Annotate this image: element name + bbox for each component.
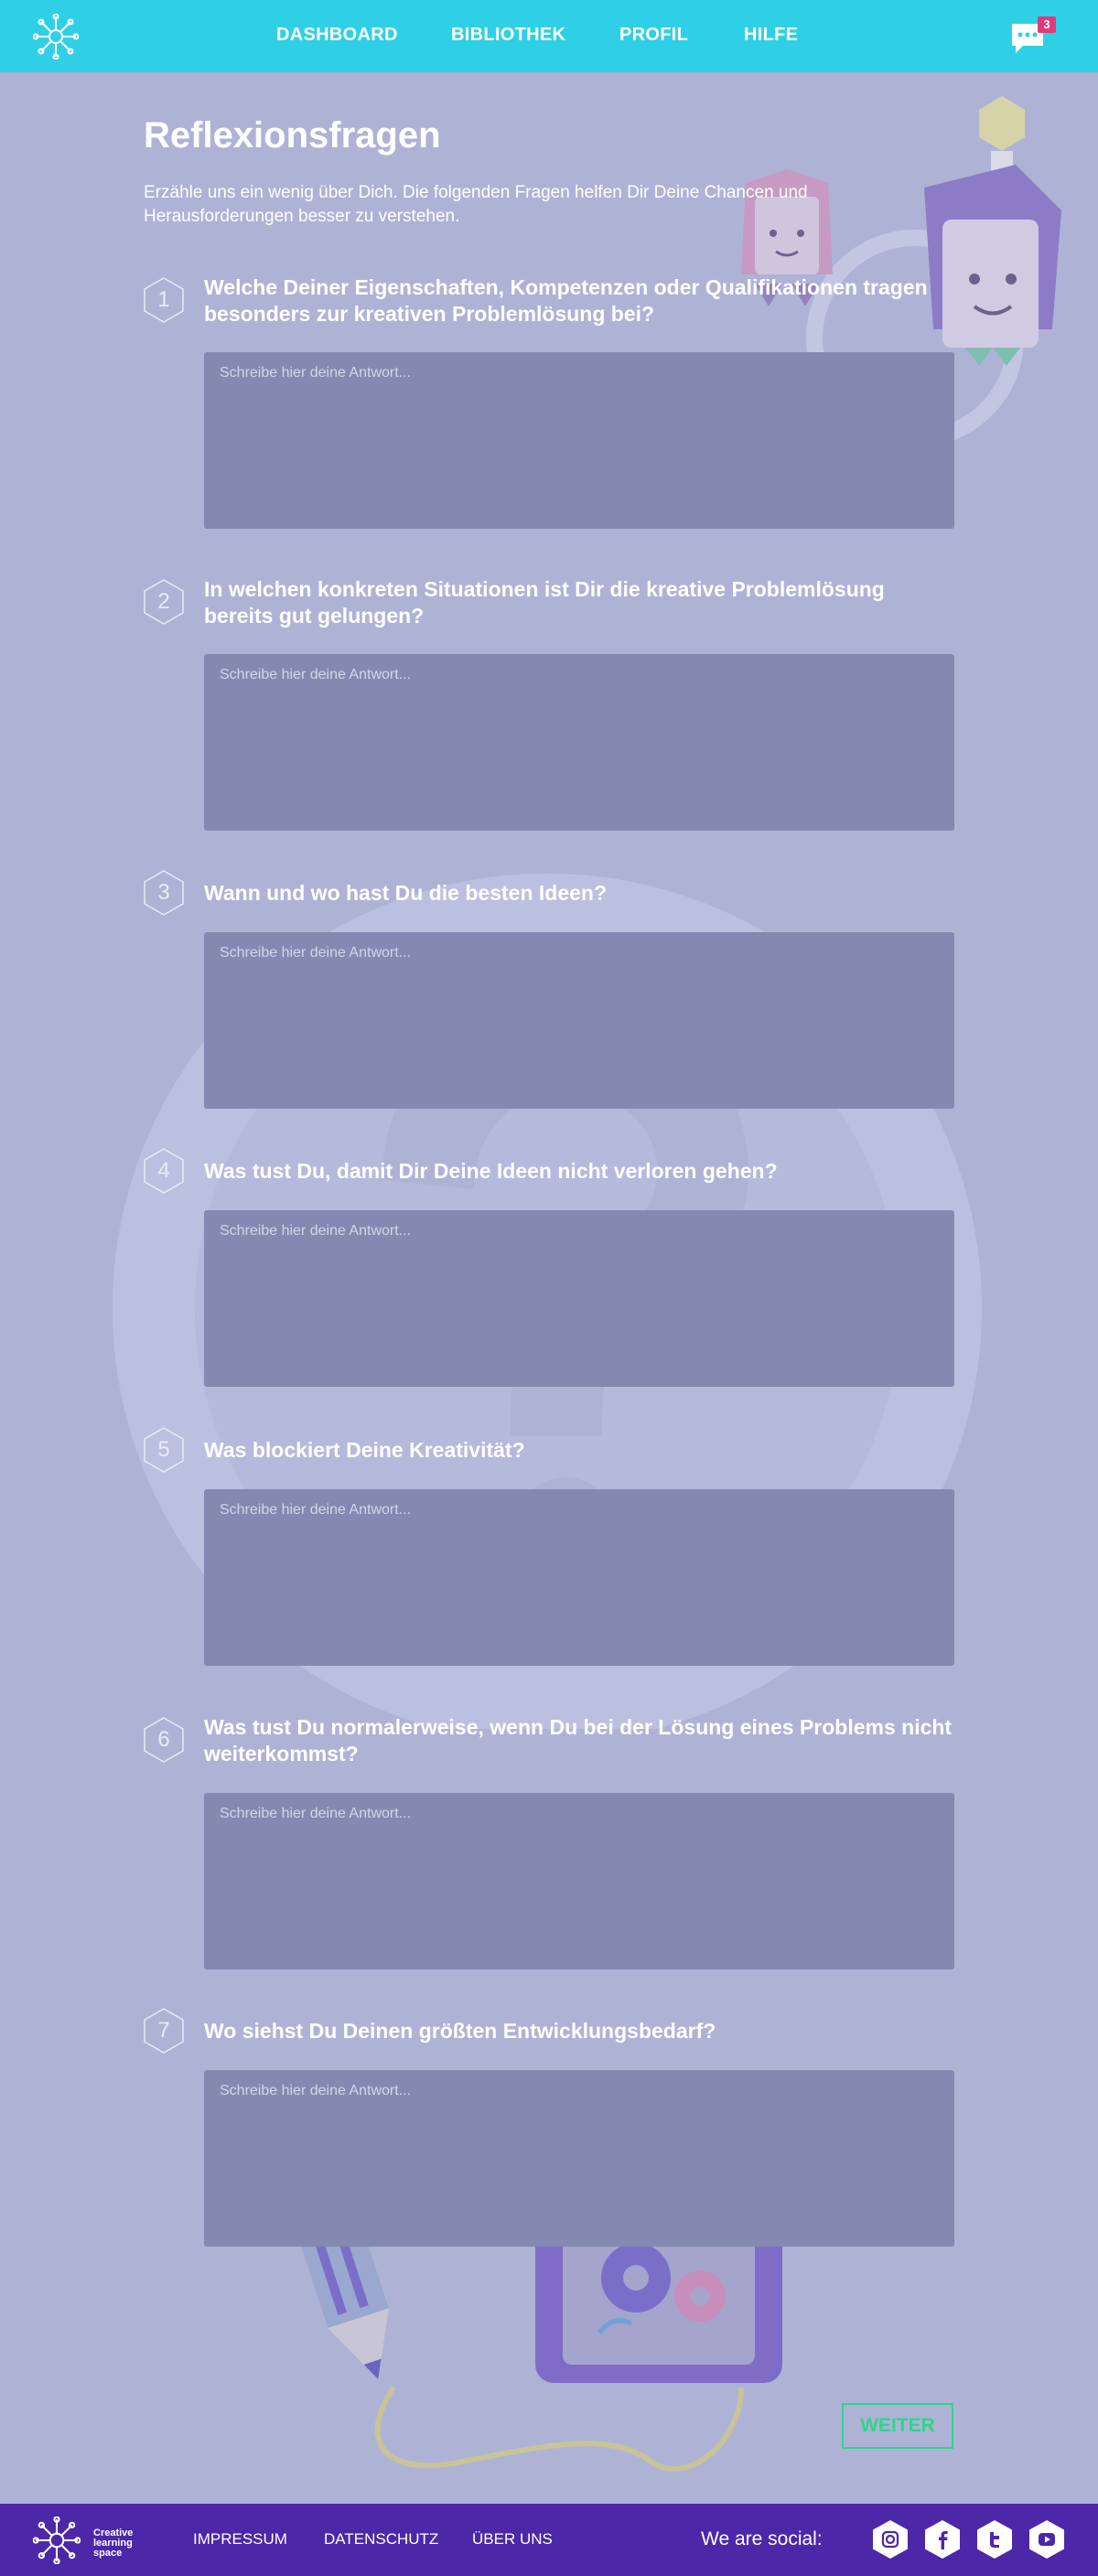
footer-brand-text: Creative learning space	[93, 2528, 134, 2559]
question-number-1: 1	[144, 277, 184, 323]
question-number-6: 6	[144, 1717, 184, 1763]
chat-button[interactable]: 3	[1010, 16, 1056, 57]
question-text-1: Welche Deiner Eigenschaften, Kompetenzen…	[204, 275, 928, 326]
question-number-3: 3	[144, 870, 184, 916]
question-text-5: Was blockiert Deine Kreativität?	[204, 1438, 525, 1462]
nav-bibliothek[interactable]: BIBLIOTHEK	[451, 25, 565, 46]
instagram-icon[interactable]	[872, 2519, 909, 2560]
nav-dashboard[interactable]: DASHBOARD	[276, 25, 398, 46]
answer-field-3[interactable]	[204, 932, 954, 1109]
question-text-7: Wo siehst Du Deinen größten Entwicklungs…	[204, 2019, 716, 2043]
footer-link-ueber-uns[interactable]: ÜBER UNS	[472, 2530, 553, 2549]
social-label: We are social:	[701, 2528, 823, 2549]
twitter-icon[interactable]	[976, 2519, 1013, 2560]
answer-field-4[interactable]	[204, 1210, 954, 1387]
question-text-6: Was tust Du normalerweise, wenn Du bei d…	[204, 1715, 953, 1766]
nav-hilfe[interactable]: HILFE	[744, 25, 798, 46]
question-text-2: In welchen konkreten Situationen ist Dir…	[204, 577, 885, 628]
chat-notification-badge: 3	[1038, 16, 1056, 33]
footer-link-datenschutz[interactable]: DATENSCHUTZ	[324, 2530, 438, 2549]
question-number-5: 5	[144, 1427, 184, 1473]
answer-field-2[interactable]	[204, 654, 954, 831]
nav-profil[interactable]: PROFIL	[619, 25, 688, 46]
next-button[interactable]: WEITER	[842, 2403, 953, 2449]
top-navigation-bar: DASHBOARD BIBLIOTHEK PROFIL HILFE 3	[0, 0, 1098, 72]
logo-icon[interactable]	[33, 14, 79, 59]
page-title: Reflexionsfragen	[144, 115, 441, 156]
answer-field-5[interactable]	[204, 1489, 954, 1666]
footer: Creative learning space IMPRESSUM DATENS…	[0, 2504, 1098, 2576]
question-number-2: 2	[144, 579, 184, 625]
page-intro: Erzähle uns ein wenig über Dich. Die fol…	[144, 183, 808, 226]
answer-field-7[interactable]	[204, 2070, 954, 2247]
footer-link-impressum[interactable]: IMPRESSUM	[193, 2530, 287, 2549]
question-text-4: Was tust Du, damit Dir Deine Ideen nicht…	[204, 1159, 778, 1183]
logo-icon	[33, 2517, 81, 2564]
question-number-4: 4	[144, 1148, 184, 1194]
question-number-7: 7	[144, 2008, 184, 2054]
question-text-3: Wann und wo hast Du die besten Ideen?	[204, 881, 607, 905]
facebook-icon[interactable]	[924, 2519, 961, 2560]
answer-field-6[interactable]	[204, 1793, 954, 1970]
footer-logo[interactable]: Creative learning space	[33, 2517, 143, 2564]
answer-field-1[interactable]	[204, 352, 954, 529]
youtube-icon[interactable]	[1028, 2519, 1065, 2560]
